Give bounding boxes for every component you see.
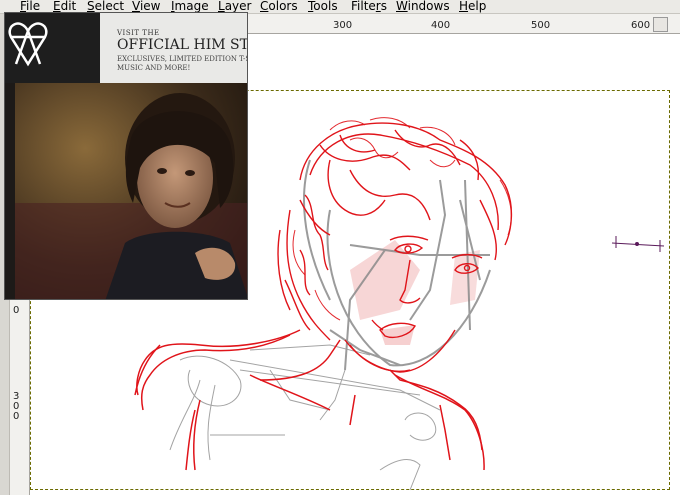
menu-colors[interactable]: Colors bbox=[260, 0, 298, 14]
heartagram-icon bbox=[8, 22, 48, 67]
store-banner: VISIT THE OFFICIAL HIM STO EXCLUSIVES, L… bbox=[5, 13, 248, 83]
menu-tools[interactable]: Tools bbox=[308, 0, 338, 14]
banner-visit-text: VISIT THE bbox=[117, 29, 160, 37]
reference-image-window[interactable]: VISIT THE OFFICIAL HIM STO EXCLUSIVES, L… bbox=[4, 12, 248, 300]
reference-photo bbox=[15, 83, 247, 299]
menu-filters[interactable]: Filters bbox=[351, 0, 387, 14]
menu-windows[interactable]: Windows bbox=[396, 0, 450, 14]
menu-help[interactable]: Help bbox=[459, 0, 486, 14]
banner-subtitle: EXCLUSIVES, LIMITED EDITION T-SH MUSIC A… bbox=[117, 55, 248, 72]
banner-title: OFFICIAL HIM STO bbox=[117, 37, 248, 53]
